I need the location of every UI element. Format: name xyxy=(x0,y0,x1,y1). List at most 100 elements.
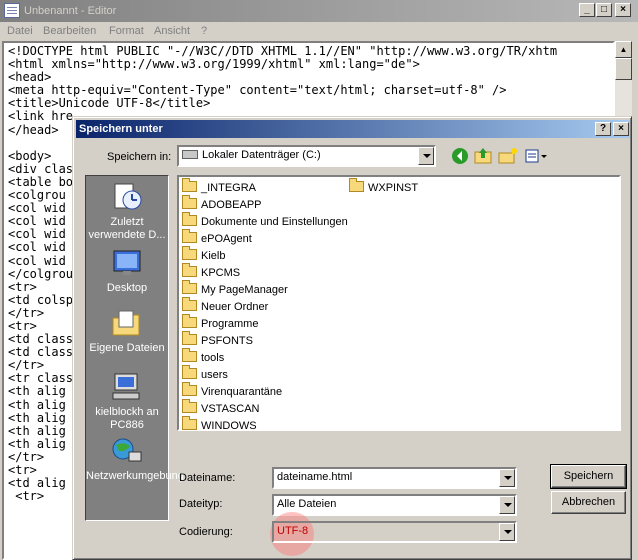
filetype-value: Alle Dateien xyxy=(277,498,337,510)
place-recent-label: Zuletzt verwendete D... xyxy=(88,216,166,241)
folder-icon xyxy=(182,399,197,413)
folder-name: PSFONTS xyxy=(201,335,253,347)
save-in-value: Lokaler Datenträger (C:) xyxy=(202,149,321,161)
chevron-down-icon[interactable] xyxy=(418,147,434,165)
chevron-down-icon[interactable] xyxy=(499,496,515,514)
folder-name: WXPINST xyxy=(368,182,419,194)
dialog-title: Speichern unter xyxy=(79,123,163,135)
folder-icon xyxy=(182,297,197,311)
encoding-value: UTF-8 xyxy=(277,525,309,537)
save-as-dialog: Speichern unter ? × Speichern in: Lokale… xyxy=(72,116,632,560)
back-icon[interactable] xyxy=(449,147,471,167)
save-in-value-wrap: Lokaler Datenträger (C:) xyxy=(182,149,321,161)
filetype-dropdown[interactable]: Alle Dateien xyxy=(272,494,517,516)
cancel-button[interactable]: Abbrechen xyxy=(551,491,626,514)
folder-name: _INTEGRA xyxy=(201,182,257,194)
chevron-down-icon[interactable] xyxy=(499,469,515,487)
menu-ansicht[interactable]: Ansicht xyxy=(154,25,190,37)
recent-documents-icon xyxy=(111,182,143,212)
place-my-documents[interactable]: Eigene Dateien xyxy=(86,308,168,355)
dialog-help-button[interactable]: ? xyxy=(595,122,611,136)
folder-item[interactable]: ADOBEAPP xyxy=(182,195,262,214)
filetype-label: Dateityp: xyxy=(179,498,223,510)
folder-item[interactable]: PSFONTS xyxy=(182,331,253,350)
folder-name: ePOAgent xyxy=(201,233,252,245)
place-my-computer[interactable]: kielblockh an PC886 xyxy=(86,372,168,432)
editor-title: Unbenannt - Editor xyxy=(24,5,117,17)
maximize-button[interactable]: □ xyxy=(596,3,612,17)
save-in-dropdown[interactable]: Lokaler Datenträger (C:) xyxy=(177,145,436,167)
folder-item[interactable]: Neuer Ordner xyxy=(182,297,269,316)
place-recent[interactable]: Zuletzt verwendete D... xyxy=(86,182,168,242)
menu-help[interactable]: ? xyxy=(201,25,207,37)
folder-item[interactable]: VSTASCAN xyxy=(182,399,260,418)
folder-name: Virenquarantäne xyxy=(201,386,283,398)
folder-name: Dokumente und Einstellungen xyxy=(201,216,348,228)
folder-icon xyxy=(182,195,197,209)
folder-item[interactable]: WINDOWS xyxy=(182,416,257,435)
minimize-button[interactable]: _ xyxy=(579,3,595,17)
desktop-icon xyxy=(111,248,143,278)
folder-name: WINDOWS xyxy=(201,420,257,432)
filename-label: Dateiname: xyxy=(179,472,236,484)
folder-item[interactable]: Virenquarantäne xyxy=(182,382,283,401)
place-desktop[interactable]: Desktop xyxy=(86,248,168,295)
new-folder-icon[interactable] xyxy=(497,147,519,167)
folder-icon xyxy=(182,212,197,226)
place-my-computer-label: kielblockh an PC886 xyxy=(95,406,159,431)
filename-value: dateiname.html xyxy=(277,471,353,483)
folder-icon xyxy=(182,280,197,294)
my-computer-icon xyxy=(111,372,143,402)
up-folder-icon[interactable] xyxy=(473,147,495,167)
place-network[interactable]: Netzwerkumgebung xyxy=(86,436,184,483)
scroll-thumb[interactable] xyxy=(615,58,632,80)
folder-item[interactable]: Programme xyxy=(182,314,259,333)
save-button[interactable]: Speichern xyxy=(550,464,627,489)
folder-item[interactable]: KPCMS xyxy=(182,263,241,282)
dialog-titlebar: Speichern unter ? × xyxy=(76,120,630,138)
folder-icon xyxy=(182,229,197,243)
code-line: <html xmlns="http://www.w3.org/1999/xhtm… xyxy=(8,57,420,72)
chevron-down-icon[interactable] xyxy=(499,523,515,541)
dialog-close-button[interactable]: × xyxy=(613,122,629,136)
folder-name: My PageManager xyxy=(201,284,288,296)
code-line: <title>Unicode UTF-8</title> xyxy=(8,96,211,111)
network-places-icon xyxy=(111,436,143,466)
folder-name: Neuer Ordner xyxy=(201,301,269,313)
close-button[interactable]: × xyxy=(615,3,631,17)
folder-name: ADOBEAPP xyxy=(201,199,262,211)
folder-icon xyxy=(182,416,197,430)
folder-name: KPCMS xyxy=(201,267,241,279)
folder-icon xyxy=(182,382,197,396)
encoding-dropdown[interactable]: UTF-8 xyxy=(272,521,517,543)
folder-name: Kielb xyxy=(201,250,226,262)
menu-format[interactable]: Format xyxy=(109,25,144,37)
filename-input[interactable]: dateiname.html xyxy=(272,467,517,489)
view-menu-icon[interactable] xyxy=(523,147,549,167)
folder-icon xyxy=(182,365,197,379)
editor-titlebar: Unbenannt - Editor _ □ × xyxy=(0,0,638,22)
folder-name: users xyxy=(201,369,228,381)
notepad-icon xyxy=(4,3,20,18)
folder-item[interactable]: _INTEGRA xyxy=(182,178,257,197)
folder-icon xyxy=(182,348,197,362)
folder-icon xyxy=(182,178,197,192)
places-bar: Zuletzt verwendete D... Desktop Eigene D… xyxy=(85,175,184,521)
folder-item[interactable]: ePOAgent xyxy=(182,229,252,248)
menubar: Datei Bearbeiten Format Ansicht ? xyxy=(0,22,638,41)
scroll-up-button[interactable]: ▲ xyxy=(615,41,632,58)
folder-icon xyxy=(182,263,197,277)
menu-bearbeiten[interactable]: Bearbeiten xyxy=(43,25,96,37)
folder-item[interactable]: Dokumente und Einstellungen xyxy=(182,212,348,231)
file-list[interactable]: _INTEGRA ADOBEAPP Dokumente und Einstellun… xyxy=(177,175,621,432)
encoding-label: Codierung: xyxy=(179,526,233,538)
folder-name: VSTASCAN xyxy=(201,403,260,415)
folder-icon xyxy=(182,314,197,328)
my-documents-icon xyxy=(111,308,143,338)
place-my-documents-label: Eigene Dateien xyxy=(89,342,165,354)
folder-name: Programme xyxy=(201,318,259,330)
folder-name: tools xyxy=(201,352,225,364)
folder-item[interactable]: My PageManager xyxy=(182,280,288,299)
menu-datei[interactable]: Datei xyxy=(7,25,33,37)
folder-item[interactable]: WXPINST xyxy=(349,178,419,197)
